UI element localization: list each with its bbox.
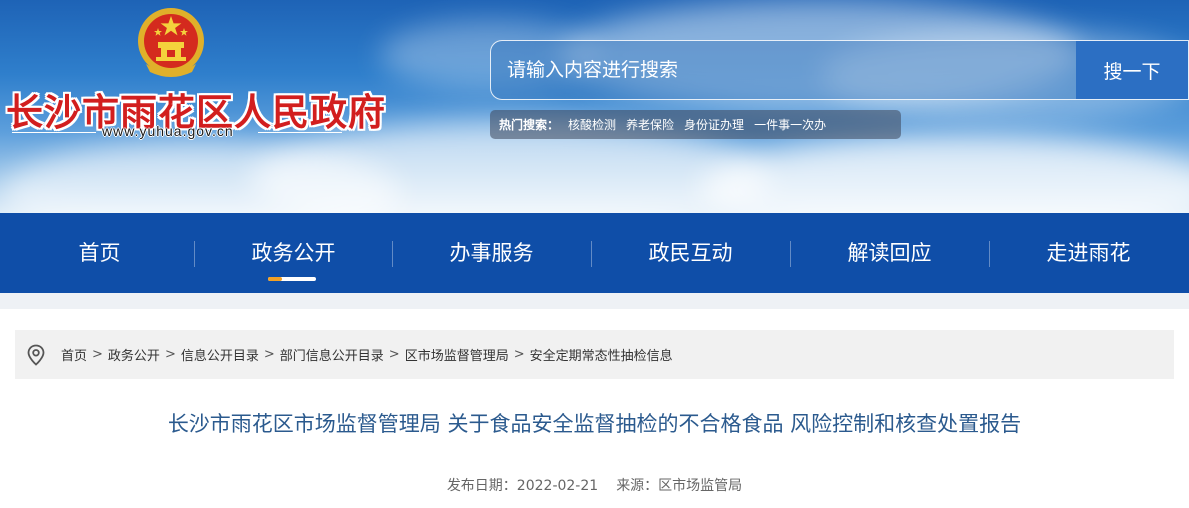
nav-bottom-strip xyxy=(0,293,1189,309)
breadcrumb-separator: > xyxy=(164,347,176,362)
search-button[interactable]: 搜一下 xyxy=(1076,41,1188,99)
hot-search-item[interactable]: 养老保险 xyxy=(626,116,674,133)
breadcrumb-separator: > xyxy=(388,347,400,362)
search-box: 搜一下 xyxy=(490,40,1189,100)
nav-item-home[interactable]: 首页 xyxy=(0,213,199,293)
breadcrumb-item-dept-catalog[interactable]: 部门信息公开目录 xyxy=(280,345,384,364)
site-url: www.yuhua.gov.cn xyxy=(102,123,234,139)
nav-item-interpretation[interactable]: 解读回应 xyxy=(790,213,989,293)
hot-search-bar: 热门搜索： 核酸检测 养老保险 身份证办理 一件事一次办 xyxy=(490,110,901,139)
breadcrumb-item-current[interactable]: 安全定期常态性抽检信息 xyxy=(530,345,673,364)
main-nav: 首页 政务公开 办事服务 政民互动 解读回应 走进雨花 xyxy=(0,213,1189,293)
national-emblem-icon xyxy=(138,8,204,77)
nav-item-gov-affairs[interactable]: 政务公开 xyxy=(194,213,393,293)
nav-item-about-yuhua[interactable]: 走进雨花 xyxy=(989,213,1188,293)
hot-search-item[interactable]: 一件事一次办 xyxy=(754,116,826,133)
search-input[interactable] xyxy=(491,41,1076,99)
nav-item-interaction[interactable]: 政民互动 xyxy=(591,213,790,293)
header-banner: 长沙市雨花区人民政府 www.yuhua.gov.cn 搜一下 热门搜索： 核酸… xyxy=(0,0,1189,213)
breadcrumb-item-gov-affairs[interactable]: 政务公开 xyxy=(108,345,160,364)
hot-search-item[interactable]: 身份证办理 xyxy=(684,116,744,133)
breadcrumb: 首页 > 政务公开 > 信息公开目录 > 部门信息公开目录 > 区市场监督管理局… xyxy=(15,330,1174,379)
breadcrumb-separator: > xyxy=(513,347,525,362)
article-title: 长沙市雨花区市场监督管理局 关于食品安全监督抽检的不合格食品 风险控制和核查处置… xyxy=(167,412,1022,436)
breadcrumb-separator: > xyxy=(92,347,103,362)
nav-active-indicator xyxy=(268,277,316,281)
sky-cloud xyxy=(700,135,1189,213)
breadcrumb-item-info-catalog[interactable]: 信息公开目录 xyxy=(181,345,259,364)
article-source: 来源：区市场监管局 xyxy=(616,478,743,494)
breadcrumb-item-market-bureau[interactable]: 区市场监督管理局 xyxy=(405,345,509,364)
divider-line xyxy=(12,132,96,133)
nav-item-services[interactable]: 办事服务 xyxy=(392,213,591,293)
location-pin-icon xyxy=(27,344,45,366)
hot-search-label: 热门搜索： xyxy=(499,118,560,132)
breadcrumb-separator: > xyxy=(263,347,275,362)
article-meta: 发布日期：2022-02-21 来源：区市场监管局 xyxy=(0,475,1189,495)
divider-line xyxy=(258,132,342,133)
publish-date: 发布日期：2022-02-21 xyxy=(446,478,599,494)
hot-search-item[interactable]: 核酸检测 xyxy=(568,116,616,133)
breadcrumb-item-home[interactable]: 首页 xyxy=(61,345,87,364)
